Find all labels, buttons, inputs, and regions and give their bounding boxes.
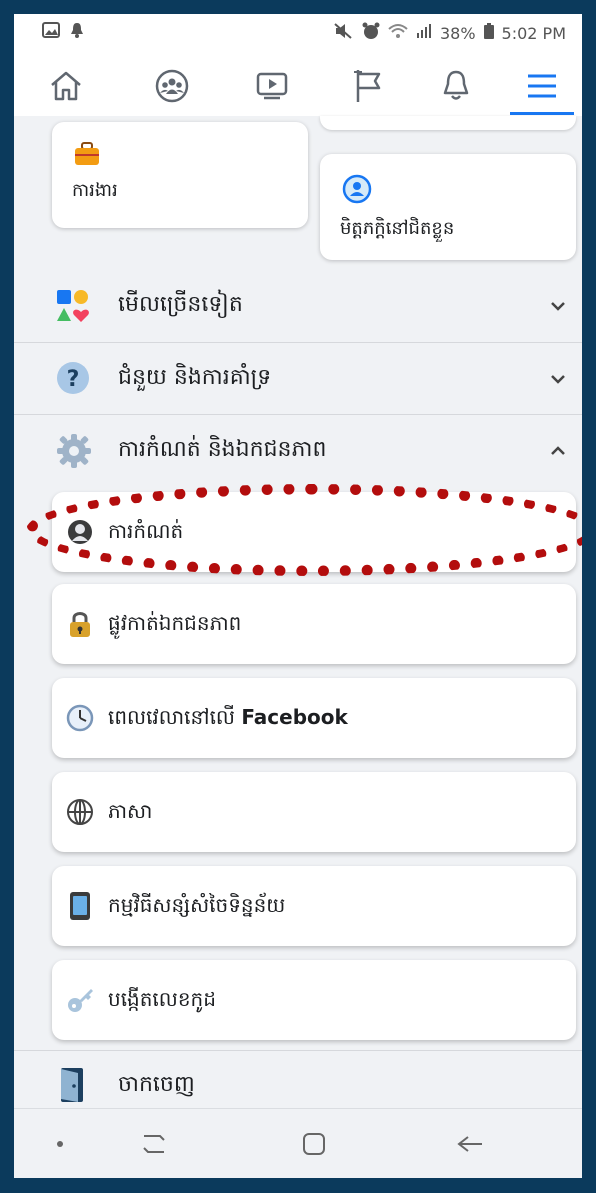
pages-icon[interactable] (346, 64, 390, 108)
section-settings-privacy-label: ការកំណត់ និងឯកជនភាព (118, 437, 327, 462)
phone-screen: 38% 5:02 PM ការងារ មិត្តភក្តិនៅជិតខ្លួន … (14, 14, 582, 1178)
facebook-brand-text: Facebook (241, 705, 348, 729)
clock-icon (66, 704, 94, 732)
briefcase-icon (74, 142, 100, 170)
item-language-label: ភាសា (108, 799, 153, 823)
shortcut-nearby-friends-label: មិត្តភក្តិនៅជិតខ្លួន (340, 218, 455, 239)
profile-icon (66, 518, 94, 546)
item-settings[interactable]: ការកំណត់ (52, 492, 576, 572)
shortcut-jobs-label: ការងារ (72, 180, 118, 201)
menu-content: ការងារ មិត្តភក្តិនៅជិតខ្លួន មើលច្រើនទៀត … (14, 116, 582, 1108)
groups-icon[interactable] (150, 64, 194, 108)
chevron-down-icon (548, 296, 568, 316)
item-settings-label: ការកំណត់ (108, 519, 184, 543)
item-language[interactable]: ភាសា (52, 772, 576, 852)
item-code-generator[interactable]: បង្កើតលេខកូដ (52, 960, 576, 1040)
chevron-up-icon (548, 441, 568, 461)
globe-icon (66, 798, 94, 826)
shortcut-card-partial[interactable] (320, 116, 576, 130)
alarm-icon (362, 22, 380, 44)
item-time-on-facebook[interactable]: ពេលវេលានៅលើ Facebook (52, 678, 576, 758)
image-icon (42, 22, 60, 42)
shortcut-jobs[interactable]: ការងារ (52, 122, 308, 228)
chevron-down-icon (548, 369, 568, 389)
item-data-saver-label: កម្មវិធីសន្សំសំចៃទិន្នន័យ (108, 893, 286, 917)
nearby-friends-icon (342, 174, 372, 208)
notification-bell-icon (70, 22, 84, 42)
battery-icon (483, 23, 494, 43)
menu-icon[interactable] (520, 64, 564, 108)
help-icon: ? (56, 361, 90, 399)
key-icon (66, 986, 94, 1014)
home-icon[interactable] (44, 64, 88, 108)
gear-icon (56, 433, 92, 473)
wifi-icon (388, 23, 408, 43)
item-data-saver[interactable]: កម្មវិធីសន្សំសំចៃទិន្នន័យ (52, 866, 576, 946)
home-button-icon[interactable] (294, 1129, 334, 1159)
recent-apps-icon[interactable] (134, 1129, 174, 1159)
main-nav (14, 58, 582, 116)
section-help-support-label: ជំនួយ និងការគាំទ្រ (118, 365, 272, 390)
section-settings-privacy[interactable]: ការកំណត់ និងឯកជនភាព (14, 415, 582, 487)
clock-time: 5:02 PM (501, 23, 566, 43)
time-on-facebook-prefix: ពេលវេលានៅលើ (108, 705, 242, 729)
battery-percent: 38% (439, 23, 476, 43)
back-icon[interactable] (450, 1129, 490, 1159)
mute-icon (334, 23, 354, 43)
shortcut-nearby-friends[interactable]: មិត្តភក្តិនៅជិតខ្លួន (320, 154, 576, 260)
system-nav-bar (14, 1108, 582, 1178)
door-icon (58, 1066, 88, 1108)
item-time-on-facebook-label: ពេលវេលានៅលើ Facebook (108, 704, 348, 734)
lock-icon (66, 610, 94, 638)
active-tab-indicator (510, 112, 574, 115)
notifications-icon[interactable] (434, 64, 478, 108)
item-privacy-shortcuts[interactable]: ផ្លូវកាត់ឯកជនភាព (52, 584, 576, 664)
status-bar: 38% 5:02 PM (14, 14, 582, 50)
dot-indicator-icon (40, 1129, 80, 1159)
item-code-generator-label: បង្កើតលេខកូដ (108, 987, 216, 1011)
item-privacy-shortcuts-label: ផ្លូវកាត់ឯកជនភាព (108, 611, 242, 635)
top-bar: 38% 5:02 PM (14, 14, 582, 116)
see-more-icon (56, 289, 90, 327)
watch-icon[interactable] (250, 64, 294, 108)
section-see-more-label: មើលច្រើនទៀត (118, 292, 243, 317)
signal-icon (416, 23, 432, 43)
logout-label: ចាកចេញ (118, 1072, 195, 1097)
section-see-more[interactable]: មើលច្រើនទៀត (14, 270, 582, 342)
divider (14, 1050, 582, 1051)
svg-text:?: ? (67, 367, 80, 392)
mobile-phone-icon (66, 892, 94, 920)
section-help-support[interactable]: ? ជំនួយ និងការគាំទ្រ (14, 343, 582, 415)
